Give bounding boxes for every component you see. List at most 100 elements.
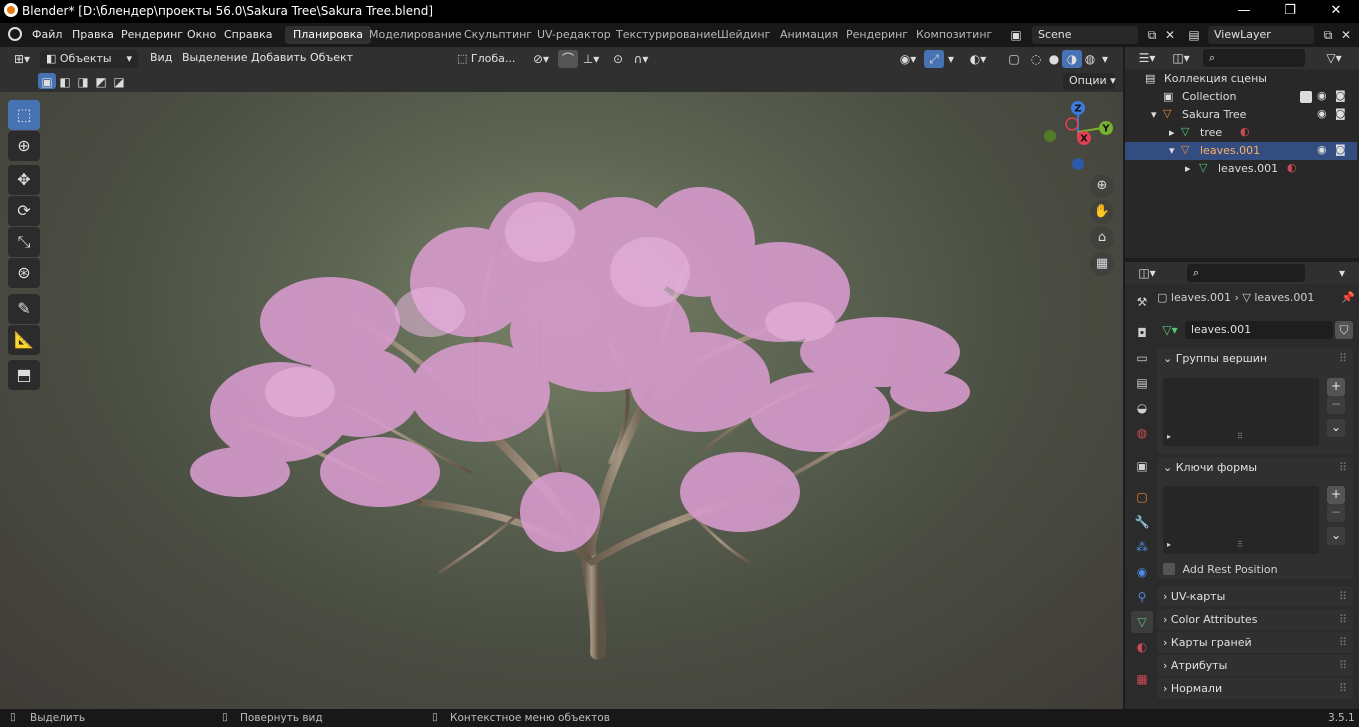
outliner-sakura-tree-row[interactable]: ▾ ▽ Sakura Tree ◉ ◙ (1125, 106, 1357, 124)
ortho-grid-icon[interactable]: ▦ (1090, 252, 1114, 276)
color-attributes-panel[interactable]: › Color Attributes ⠿ (1157, 609, 1353, 630)
camera-icon[interactable]: ◙ (1335, 143, 1346, 156)
outliner-leaves-mesh-row[interactable]: ▸ ▽ leaves.001 ◐ (1125, 160, 1357, 178)
overlay-icon[interactable]: ◐▾ (964, 50, 992, 68)
select-extend-icon[interactable]: ◧ (56, 73, 74, 89)
tab-sculpting[interactable]: Скульптинг (456, 26, 540, 44)
scene-field[interactable]: Scene (1032, 26, 1138, 44)
add-shape-key-button[interactable]: + (1327, 486, 1345, 504)
new-scene-icon[interactable]: ⧉ (1142, 26, 1162, 44)
drag-handle-icon[interactable]: ⠿ (1339, 659, 1347, 672)
options-dropdown[interactable]: Опции ▾ (1063, 73, 1116, 90)
outliner-editor-type-icon[interactable]: ☰▾ (1133, 49, 1161, 67)
move-tool[interactable]: ✥ (8, 165, 40, 195)
measure-tool[interactable]: 📐 (8, 325, 40, 355)
zoom-icon[interactable]: ⊕ (1090, 174, 1114, 198)
texture-tab-icon[interactable]: ▦ (1131, 668, 1153, 690)
add-cube-tool[interactable]: ⬒ (8, 360, 40, 390)
wireframe-shading-icon[interactable]: ◌ (1026, 50, 1046, 68)
shape-key-specials-button[interactable]: ⌄ (1327, 527, 1345, 545)
camera-icon[interactable]: ◙ (1335, 89, 1346, 102)
menu-render[interactable]: Рендеринг (121, 28, 183, 41)
material-tab-icon[interactable]: ◐ (1131, 636, 1153, 658)
drag-handle-icon[interactable]: ⠿ (1339, 682, 1347, 695)
add-rest-position-checkbox[interactable] (1163, 563, 1175, 575)
mesh-browse-icon[interactable]: ▽▾ (1157, 321, 1183, 339)
add-rest-position-row[interactable]: Add Rest Position (1163, 562, 1278, 576)
outliner-leaves-row[interactable]: ▾ ▽ leaves.001 ◉ ◙ (1125, 142, 1357, 160)
select-box-tool[interactable]: ⬚ (8, 100, 40, 130)
snap-toggle-icon[interactable]: ⌒ (558, 50, 578, 68)
neg-x-axis-icon[interactable] (1065, 117, 1079, 131)
tab-layout[interactable]: Планировка (285, 26, 371, 44)
menu-select[interactable]: Выделение (182, 51, 248, 64)
normals-panel[interactable]: › Нормали ⠿ (1157, 678, 1353, 699)
list-expand-icon[interactable]: ▸ (1167, 540, 1171, 549)
vertex-group-specials-button[interactable]: ⌄ (1327, 419, 1345, 437)
tab-uv-editing[interactable]: UV-редактор (529, 26, 619, 44)
expand-arrow-icon[interactable]: ▾ (1169, 144, 1175, 157)
view-layer-field[interactable]: ViewLayer (1208, 26, 1314, 44)
modifier-tab-icon[interactable]: 🔧 (1131, 511, 1153, 533)
transform-tool[interactable]: ⊛ (8, 258, 40, 288)
neg-z-axis-icon[interactable] (1072, 158, 1084, 170)
3d-viewport[interactable]: ⬚ ⊕ ✥ ⟳ ⤡ ⊛ ✎ 📐 ⬒ Z Y X ⊕ ✋ ⌂ ▦ (0, 92, 1123, 709)
vertex-groups-header[interactable]: ⌄ Группы вершин ⠿ (1157, 348, 1353, 370)
eye-icon[interactable]: ◉ (1317, 89, 1327, 102)
drag-handle-icon[interactable]: ⠿ (1339, 590, 1347, 603)
menu-file[interactable]: Файл (32, 28, 62, 41)
expand-arrow-icon[interactable]: ▸ (1169, 126, 1175, 139)
material-shading-icon[interactable]: ◑ (1062, 50, 1082, 68)
menu-window[interactable]: Окно (187, 28, 216, 41)
tab-rendering[interactable]: Рендеринг (838, 26, 916, 44)
filter-icon[interactable]: ▽▾ (1321, 49, 1347, 67)
pan-hand-icon[interactable]: ✋ (1090, 200, 1114, 224)
camera-icon[interactable]: ◙ (1335, 107, 1346, 120)
face-maps-panel[interactable]: › Карты граней ⠿ (1157, 632, 1353, 653)
blender-menu-icon[interactable] (8, 27, 22, 41)
render-tab-icon[interactable]: ◘ (1131, 322, 1153, 344)
shape-keys-list[interactable]: ▸ ⠿ (1163, 486, 1319, 554)
pivot-point-icon[interactable]: ⊘▾ (528, 50, 554, 68)
tab-compositing[interactable]: Композитинг (908, 26, 1000, 44)
world-tab-icon[interactable]: ◍ (1131, 422, 1153, 444)
tab-modeling[interactable]: Моделирование (361, 26, 470, 44)
remove-shape-key-button[interactable]: − (1327, 504, 1345, 522)
menu-add[interactable]: Добавить (251, 51, 306, 64)
scale-tool[interactable]: ⤡ (8, 227, 40, 257)
list-expand-icon[interactable]: ▸ (1167, 432, 1171, 441)
menu-view[interactable]: Вид (150, 51, 172, 64)
properties-search-input[interactable]: ⌕ (1187, 264, 1305, 282)
delete-view-layer-icon[interactable]: ✕ (1336, 26, 1356, 44)
mesh-name-field[interactable]: leaves.001 (1185, 321, 1333, 339)
constraints-tab-icon[interactable]: ⚲ (1131, 586, 1153, 608)
remove-vertex-group-button[interactable]: − (1327, 396, 1345, 414)
view-layer-icon[interactable]: ▤ (1184, 26, 1204, 44)
object-tab-icon[interactable]: ▢ (1131, 486, 1153, 508)
select-intersect-icon[interactable]: ◪ (110, 73, 128, 89)
attributes-panel[interactable]: › Атрибуты ⠿ (1157, 655, 1353, 676)
drag-handle-icon[interactable]: ⠿ (1339, 352, 1347, 365)
outliner-tree-row[interactable]: ▸ ▽ tree ◐ (1125, 124, 1357, 142)
annotate-tool[interactable]: ✎ (8, 294, 40, 324)
editor-type-icon[interactable]: ⊞▾ (8, 50, 36, 68)
outliner-scene-collection-row[interactable]: ▤ Коллекция сцены (1125, 70, 1357, 88)
eye-icon[interactable]: ◉ (1317, 107, 1327, 120)
particles-tab-icon[interactable]: ⁂ (1131, 536, 1153, 558)
tool-tab-icon[interactable]: ⚒ (1131, 291, 1153, 313)
maximize-button[interactable]: ❐ (1267, 0, 1313, 23)
gizmo-toggle-icon[interactable]: ⤢ (924, 50, 944, 68)
solid-shading-icon[interactable]: ● (1044, 50, 1064, 68)
eye-icon[interactable]: ◉ (1317, 143, 1327, 156)
outliner-collection-row[interactable]: ▣ Collection ◉ ◙ (1125, 88, 1357, 106)
menu-edit[interactable]: Правка (72, 28, 114, 41)
mode-dropdown[interactable]: ◧ Объекты ▾ (40, 50, 138, 68)
fake-user-shield-icon[interactable]: ⛉ (1335, 321, 1353, 339)
add-vertex-group-button[interactable]: + (1327, 378, 1345, 396)
pin-icon[interactable]: 📌 (1341, 291, 1355, 304)
collection-tab-icon[interactable]: ▣ (1131, 455, 1153, 477)
expand-arrow-icon[interactable]: ▸ (1185, 162, 1191, 175)
view-layer-tab-icon[interactable]: ▤ (1131, 372, 1153, 394)
tab-shading[interactable]: Шейдинг (709, 26, 778, 44)
xray-icon[interactable]: ▢ (1004, 50, 1024, 68)
